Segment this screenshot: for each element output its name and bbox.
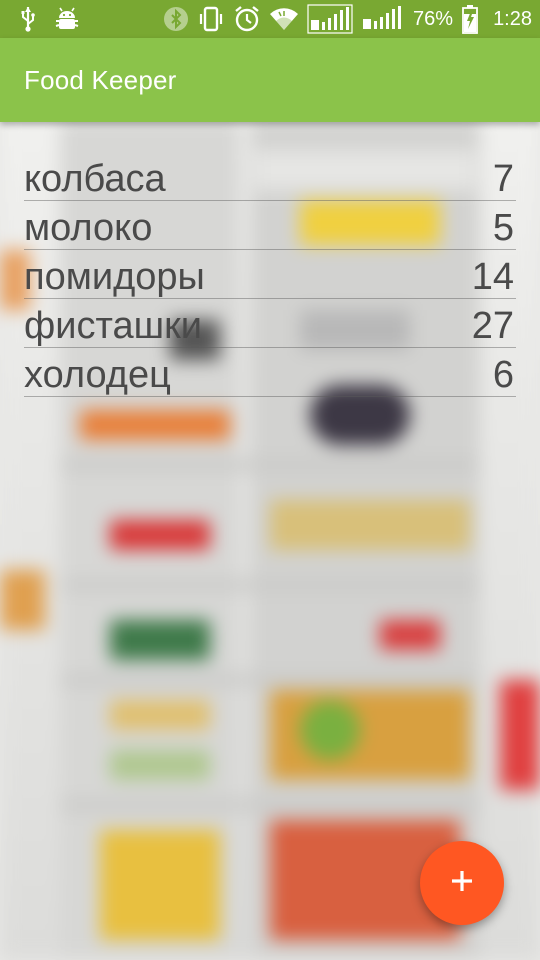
list-item[interactable]: холодец 6 bbox=[24, 348, 516, 397]
food-name: молоко bbox=[24, 207, 153, 249]
alarm-icon bbox=[233, 5, 261, 33]
list-item[interactable]: колбаса 7 bbox=[24, 152, 516, 201]
android-debug-icon bbox=[54, 5, 80, 33]
vibrate-icon bbox=[197, 5, 225, 33]
food-name: колбаса bbox=[24, 158, 166, 200]
list-item[interactable]: фисташки 27 bbox=[24, 299, 516, 348]
signal-sim2-icon bbox=[361, 5, 405, 33]
food-name: фисташки bbox=[24, 305, 202, 347]
battery-charging-icon bbox=[461, 5, 479, 34]
food-count: 5 bbox=[492, 207, 514, 249]
add-food-button[interactable] bbox=[420, 841, 504, 925]
bluetooth-icon bbox=[163, 5, 189, 33]
plus-icon bbox=[449, 868, 475, 899]
list-item[interactable]: молоко 5 bbox=[24, 201, 516, 250]
app-bar: Food Keeper bbox=[0, 38, 540, 122]
usb-icon bbox=[20, 5, 36, 33]
fridge-background-image bbox=[0, 0, 540, 960]
clock: 1:28 bbox=[493, 7, 532, 30]
screen: 76% 1:28 Food Keeper колбаса 7 молоко 5 bbox=[0, 0, 540, 960]
list-item[interactable]: помидоры 14 bbox=[24, 250, 516, 299]
food-count: 14 bbox=[471, 256, 514, 298]
food-name: помидоры bbox=[24, 256, 205, 298]
food-count: 6 bbox=[492, 354, 514, 396]
battery-percent: 76% bbox=[413, 7, 454, 30]
status-bar: 76% 1:28 bbox=[0, 0, 540, 38]
food-count: 7 bbox=[492, 158, 514, 200]
food-name: холодец bbox=[24, 354, 171, 396]
food-count: 27 bbox=[471, 305, 514, 347]
signal-sim1-icon bbox=[307, 4, 353, 34]
wifi-icon bbox=[269, 5, 299, 33]
app-title: Food Keeper bbox=[24, 64, 177, 95]
food-list: колбаса 7 молоко 5 помидоры 14 фисташки … bbox=[24, 152, 516, 397]
